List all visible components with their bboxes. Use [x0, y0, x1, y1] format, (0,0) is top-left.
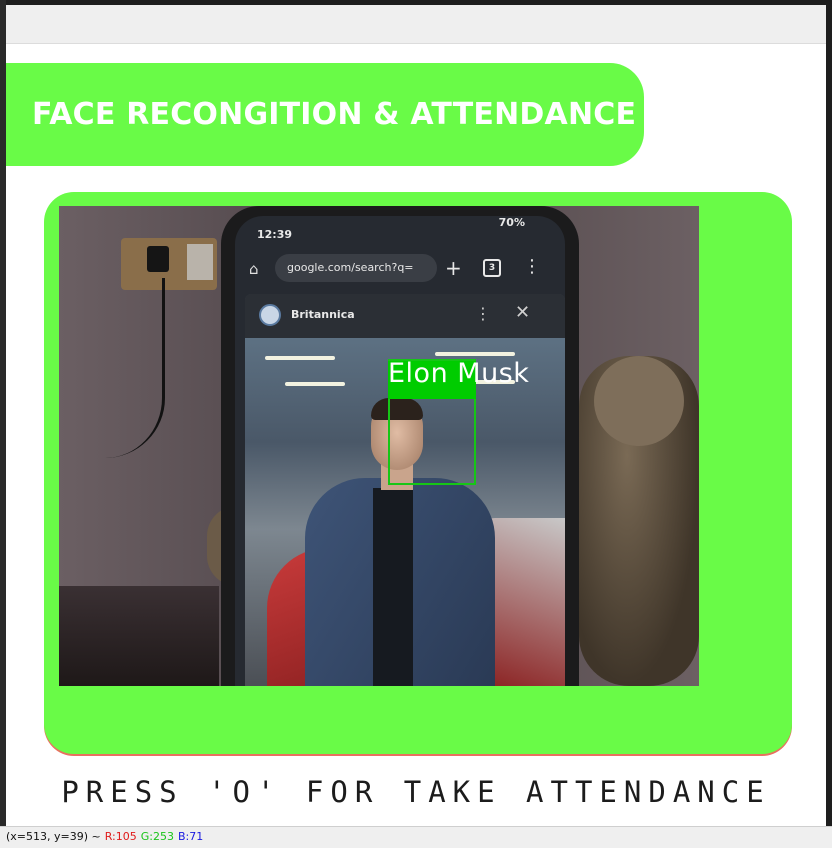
power-plug — [147, 246, 169, 272]
socket-plate — [187, 244, 213, 280]
attendance-instruction: PRESS 'O' FOR TAKE ATTENDANCE — [61, 775, 771, 809]
title-banner: FACE RECONGITION & ATTENDANCE — [6, 63, 644, 166]
home-icon: ⌂ — [249, 260, 259, 278]
main-canvas: FACE RECONGITION & ATTENDANCE 12:39 70% … — [6, 44, 826, 826]
ceiling-light — [265, 356, 335, 360]
image-preview-sheet: Britannica ⋮ ✕ — [245, 294, 565, 686]
sheet-source: Britannica — [291, 308, 355, 321]
ceiling-light — [285, 382, 345, 386]
browser-url: google.com/search?q= — [275, 254, 437, 282]
person-shirt — [373, 488, 413, 686]
table-shadow — [59, 586, 219, 686]
status-bar: (x=513, y=39) ~ R:105 G:253 B:71 — [0, 826, 832, 848]
tabs-icon: 3 — [483, 259, 501, 277]
pixel-blue-value: B:71 — [178, 830, 204, 843]
more-vert-icon: ⋮ — [475, 304, 491, 323]
phone-battery: 70% — [498, 216, 525, 229]
camera-feed: 12:39 70% ⌂ google.com/search?q= + 3 ⋮ B… — [59, 206, 699, 686]
close-icon: ✕ — [515, 302, 531, 323]
browser-url-row: ⌂ google.com/search?q= + 3 ⋮ — [235, 250, 565, 290]
pixel-green-value: G:253 — [140, 830, 174, 843]
window-right-border — [826, 0, 832, 847]
power-cable — [87, 278, 165, 458]
opencv-toolbar — [6, 5, 826, 44]
pixel-red-value: R:105 — [104, 830, 137, 843]
phone-time: 12:39 — [257, 228, 293, 241]
cursor-coordinates: (x=513, y=39) ~ — [6, 830, 101, 843]
plus-icon: + — [445, 256, 462, 280]
teddy-ear — [594, 356, 684, 446]
page-title: FACE RECONGITION & ATTENDANCE — [32, 97, 637, 132]
sheet-header: Britannica ⋮ ✕ — [245, 294, 565, 338]
britannica-logo-icon — [259, 304, 281, 326]
phone-status-bar: 12:39 70% — [235, 216, 565, 246]
more-vert-icon: ⋮ — [523, 256, 541, 277]
face-label: Elon Musk — [388, 358, 530, 389]
